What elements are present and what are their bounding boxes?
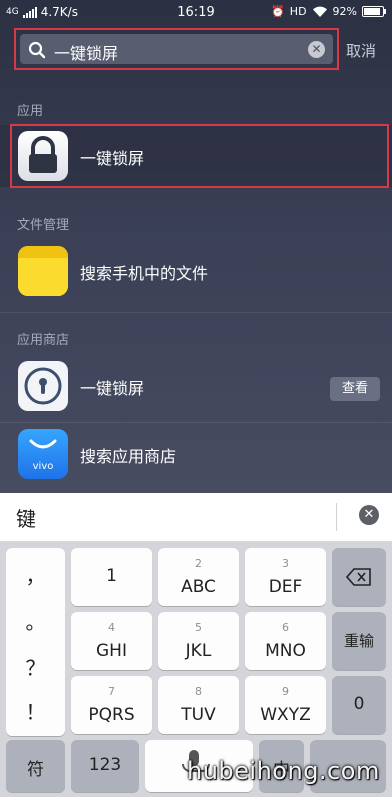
key-3-def[interactable]: 3 DEF — [245, 548, 326, 606]
delete-candidate-icon[interactable]: ✕ — [359, 505, 379, 525]
punctuation-column: ， 。 ？ ！ — [6, 548, 65, 736]
search-highlight: 一键锁屏 ✕ — [14, 28, 339, 70]
punct-key-question[interactable]: ？ — [6, 652, 65, 681]
hd-indicator: HD — [289, 5, 307, 18]
battery-icon — [362, 6, 386, 17]
keyhole-icon — [18, 361, 68, 411]
section-label-apps: 应用 — [17, 104, 44, 119]
alarm-icon: ⏰ — [271, 5, 285, 18]
number-mode-key[interactable]: 123 — [71, 740, 139, 792]
punct-key-period[interactable]: 。 — [6, 606, 65, 635]
candidate-word[interactable]: 键 — [16, 503, 36, 532]
result-search-store[interactable]: vivo 搜索应用商店 — [0, 423, 392, 485]
cancel-button[interactable]: 取消 — [346, 40, 376, 61]
key-4-ghi[interactable]: 4 GHI — [71, 612, 152, 670]
punct-key-exclaim[interactable]: ！ — [6, 696, 65, 725]
vivo-label: vivo — [32, 461, 54, 472]
key-1[interactable]: 1 — [71, 548, 152, 606]
key-6-mno[interactable]: 6 MNO — [245, 612, 326, 670]
battery-percent: 92% — [332, 5, 357, 18]
reinput-key[interactable]: 重输 — [332, 612, 386, 670]
watermark-text: hubeihong.com — [187, 757, 380, 785]
search-icon — [28, 41, 46, 59]
key-8-tuv[interactable]: 8 TUV — [158, 676, 239, 734]
section-label-store: 应用商店 — [17, 333, 70, 348]
result-search-files[interactable]: 搜索手机中的文件 — [0, 240, 392, 302]
view-button[interactable]: 查看 — [330, 377, 380, 401]
app-store-icon: vivo — [18, 429, 68, 479]
result-title: 搜索应用商店 — [80, 447, 177, 466]
key-2-abc[interactable]: 2 ABC — [158, 548, 239, 606]
divider — [336, 503, 337, 531]
section-label-files: 文件管理 — [17, 218, 70, 233]
result-title: 一键锁屏 — [80, 379, 145, 398]
candidate-bar: 键 ✕ — [0, 493, 392, 542]
backspace-key[interactable] — [332, 548, 386, 606]
key-5-jkl[interactable]: 5 JKL — [158, 612, 239, 670]
search-input[interactable]: 一键锁屏 ✕ — [20, 34, 333, 64]
divider — [0, 312, 392, 313]
punct-key-comma[interactable]: ， — [6, 560, 65, 589]
key-0[interactable]: 0 — [332, 676, 386, 734]
backspace-icon — [346, 568, 371, 586]
clear-icon[interactable]: ✕ — [308, 41, 325, 58]
symbol-key[interactable]: 符 — [6, 740, 65, 792]
wifi-icon — [312, 6, 327, 17]
key-7-pqrs[interactable]: 7 PQRS — [71, 676, 152, 734]
folder-icon — [18, 246, 68, 296]
search-query: 一键锁屏 — [54, 44, 119, 63]
result-title: 搜索手机中的文件 — [80, 264, 209, 283]
status-bar: 4G 4.7K/s 16:19 ⏰ HD 92% — [0, 0, 392, 26]
search-results-panel: 4G 4.7K/s 16:19 ⏰ HD 92% 一键锁屏 ✕ 取消 应用 一键… — [0, 0, 392, 493]
result-store-app[interactable]: 一键锁屏 查看 — [0, 355, 392, 417]
key-9-wxyz[interactable]: 9 WXYZ — [245, 676, 326, 734]
result-highlight — [10, 124, 389, 188]
